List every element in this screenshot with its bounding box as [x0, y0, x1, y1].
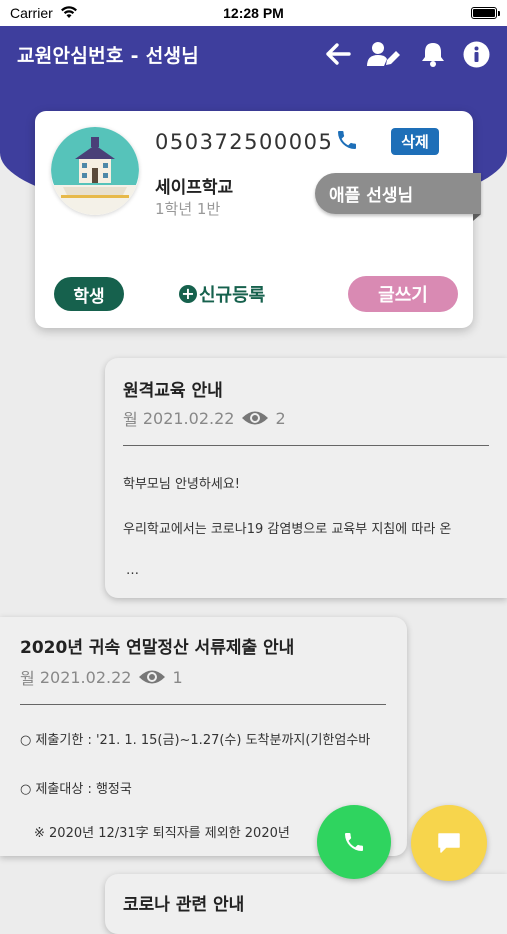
post-meta: 월 2021.02.22 2 [123, 406, 286, 430]
profile-card: 050372500005 삭제 세이프학교 1학년 1반 애플 선생님 학생 +… [35, 111, 481, 328]
page-title: 교원안심번호 - 선생님 [17, 45, 200, 67]
new-register-button[interactable]: + 신규등록 [179, 281, 265, 307]
school-logo [51, 127, 139, 215]
post-date: 2021.02.22 [39, 667, 132, 687]
delete-button[interactable]: 삭제 [391, 128, 439, 155]
post-meta: 월 2021.02.22 1 [20, 665, 183, 689]
view-count: 2 [275, 408, 286, 428]
post-body-line: ※ 2020년 12/31字 퇴직자를 제외한 2020년 [34, 826, 290, 841]
post-weekday: 월 [123, 410, 138, 429]
teacher-name-tag: 애플 선생님 [315, 173, 481, 221]
clock: 12:28 PM [223, 5, 284, 21]
eye-icon [242, 411, 269, 425]
post-body-line: 우리학교에서는 코로나19 감염병으로 교육부 지침에 따라 온 [123, 522, 452, 537]
class-name: 1학년 1반 [155, 200, 221, 218]
call-fab-button[interactable] [317, 805, 391, 879]
student-button[interactable]: 학생 [54, 277, 124, 311]
post-divider [123, 445, 489, 446]
chat-bubble-icon [438, 833, 460, 853]
post-title: 코로나 관련 안내 [123, 895, 245, 915]
status-bar: Carrier 12:28 PM [0, 0, 507, 26]
post-card[interactable]: 원격교육 안내 월 2021.02.22 2 학부모님 안녕하세요! 우리학교에… [105, 358, 507, 598]
phone-call-icon[interactable] [335, 128, 359, 156]
info-icon[interactable] [462, 40, 490, 68]
post-title: 2020년 귀속 연말정산 서류제출 안내 [20, 638, 295, 658]
school-name: 세이프학교 [155, 178, 234, 198]
plus-icon: + [179, 285, 197, 303]
new-register-label: 신규등록 [199, 285, 266, 306]
write-button[interactable]: 글쓰기 [348, 276, 458, 312]
teacher-name: 애플 선생님 [329, 186, 414, 206]
eye-icon [139, 670, 166, 684]
post-title: 원격교육 안내 [123, 381, 223, 401]
phone-number: 050372500005 [155, 130, 334, 154]
post-body-ellipsis: … [126, 563, 139, 578]
post-body-line: 학부모님 안녕하세요! [123, 477, 240, 492]
battery-icon [471, 7, 500, 19]
post-body-line: ○ 제출대상 : 행정국 [20, 782, 132, 797]
phone-icon [345, 833, 363, 851]
post-body-line: ○ 제출기한 : '21. 1. 15(금)~1.27(수) 도착분까지(기한엄… [20, 733, 371, 748]
post-card[interactable]: 코로나 관련 안내 [105, 874, 507, 934]
back-arrow-icon[interactable] [324, 40, 352, 68]
bell-icon[interactable] [419, 40, 447, 68]
edit-user-icon[interactable] [366, 40, 402, 68]
post-date: 2021.02.22 [142, 408, 235, 428]
post-weekday: 월 [20, 669, 35, 688]
chat-fab-button[interactable] [411, 805, 487, 881]
view-count: 1 [172, 667, 183, 687]
post-divider [20, 704, 386, 705]
